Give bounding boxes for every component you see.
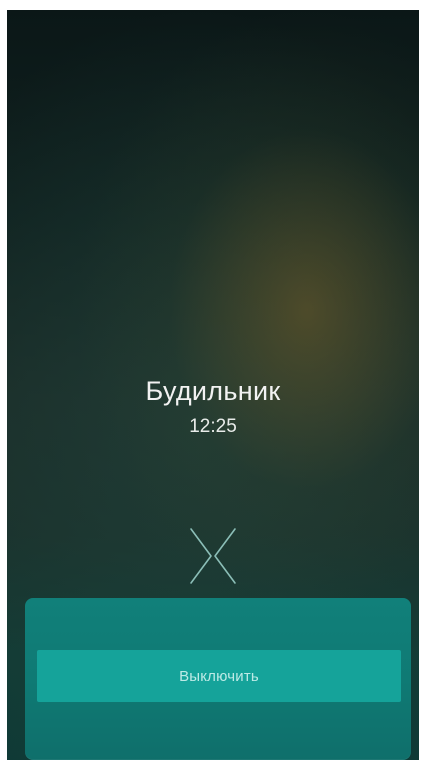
alarm-title: Будильник [145, 376, 281, 406]
alarm-screen: Будильник 12:25 Выключить [7, 10, 419, 760]
swipe-chevrons-icon[interactable] [185, 523, 241, 589]
dismiss-button[interactable]: Выключить [37, 650, 401, 702]
dismiss-panel: Выключить [25, 598, 411, 760]
device-frame: Будильник 12:25 Выключить [0, 0, 426, 760]
alarm-time: 12:25 [189, 416, 237, 437]
